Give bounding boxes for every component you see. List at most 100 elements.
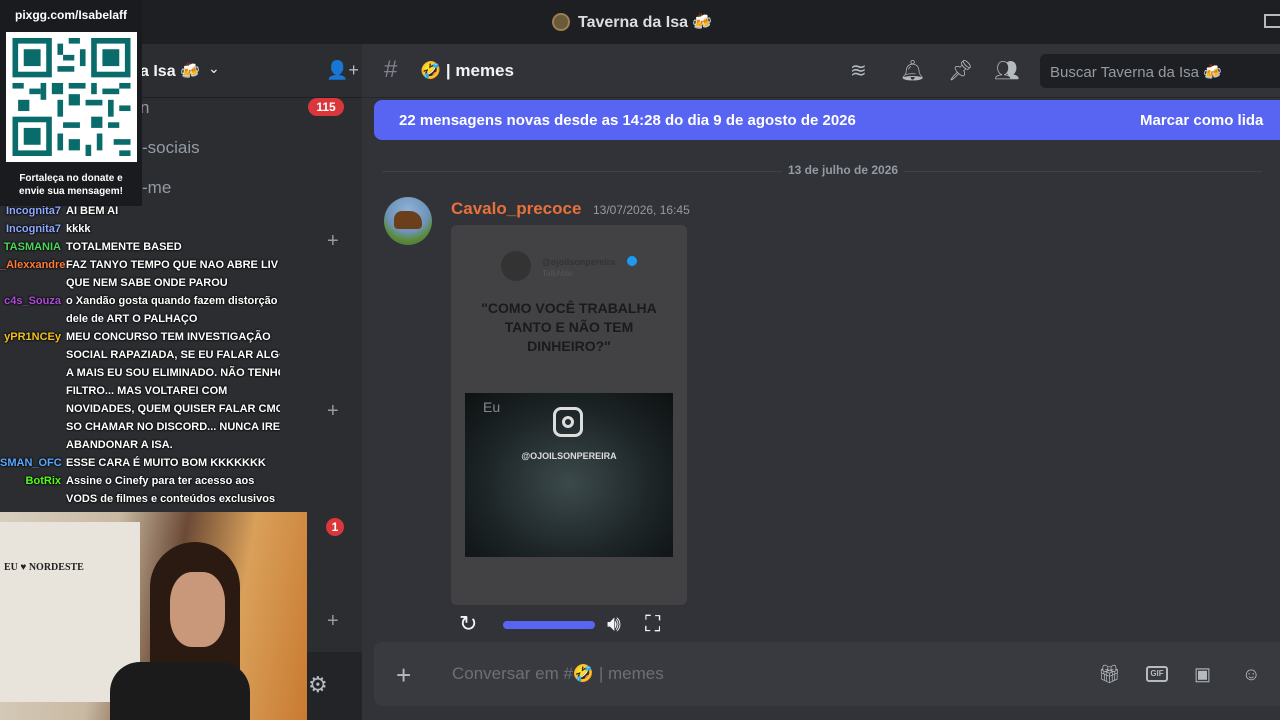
window-title: Taverna da Isa 🍻 bbox=[552, 12, 712, 32]
verified-icon bbox=[627, 256, 637, 266]
meme-image-caption: Eu bbox=[483, 399, 501, 415]
new-messages-text[interactable]: 22 mensagens novas desde as 14:28 do dia… bbox=[399, 112, 856, 129]
chat-text-line: dele de ART O PALHAÇO bbox=[66, 313, 198, 325]
banner-text: EU ♥ NORDESTE bbox=[4, 562, 84, 573]
chat-text: kkkk bbox=[66, 220, 280, 238]
chat-username: Incognita7 bbox=[5, 223, 61, 235]
chat-text: AI BEM AI bbox=[66, 202, 280, 220]
channel-item[interactable]: -sociais bbox=[142, 138, 200, 158]
chat-username: _Alexxandre bbox=[0, 259, 66, 271]
tweet-handle: @ojoilsonpereira bbox=[542, 257, 616, 267]
attach-plus-icon[interactable]: + bbox=[396, 660, 411, 691]
stream-chat-overlay: Incognita7 AI BEM AI Incognita7 kkkk TASMANI… bbox=[0, 202, 290, 508]
sticker-icon[interactable]: ▣ bbox=[1194, 664, 1211, 685]
webcam-feed: EU ♥ NORDESTE bbox=[0, 512, 307, 720]
qr-code-graphic bbox=[12, 38, 131, 156]
add-channel-icon[interactable]: + bbox=[327, 400, 339, 423]
chat-text-line: Assine o Cinefy para ter acesso aos bbox=[66, 475, 255, 487]
threads-icon[interactable]: ≋ bbox=[850, 58, 867, 83]
chat-text-line: SOCIAL RAPAZIADA, SE EU FALAR ALGO bbox=[66, 349, 280, 361]
server-icon bbox=[552, 13, 570, 31]
tweet-subtitle: TalkAble bbox=[542, 269, 573, 278]
chevron-down-icon[interactable]: ⌄ bbox=[208, 60, 220, 77]
members-icon[interactable]: 👥︎ bbox=[994, 58, 1019, 83]
chat-username: c4s_Souza bbox=[4, 295, 61, 307]
channel-topbar: # 🤣 | memes ≋ 🔔︎ 📌︎ 👥︎ Buscar Taverna da… bbox=[362, 44, 1280, 98]
chat-text-line: FILTRO... MAS VOLTAREI COM bbox=[66, 385, 228, 397]
chat-message: _Alexxandre FAZ TANYO TEMPO QUE NAO ABRE … bbox=[0, 256, 290, 292]
message-composer: + Conversar em #🤣 | memes 🎁︎ GIF ▣ ☺ bbox=[374, 640, 1280, 710]
chat-text-line: QUE NEM SABE ONDE PAROU bbox=[66, 277, 228, 289]
gift-icon[interactable]: 🎁︎ bbox=[1098, 664, 1121, 685]
server-name[interactable]: a Isa 🍻 bbox=[140, 61, 200, 81]
channel-item[interactable]: -me bbox=[142, 178, 171, 198]
invite-icon[interactable]: 👤+ bbox=[326, 60, 359, 81]
video-attachment[interactable]: @ojoilsonpereira TalkAble "COMO VOCÊ TRA… bbox=[451, 225, 687, 605]
discord-window: Taverna da Isa 🍻 a Isa 🍻 ⌄ 👤+ 115 n -soc… bbox=[0, 0, 1280, 720]
qr-url: pixgg.com/Isabelaff bbox=[14, 8, 128, 22]
qr-caption: Fortaleça no donate e envie sua mensagem… bbox=[0, 172, 142, 198]
gif-icon[interactable]: GIF bbox=[1146, 666, 1168, 682]
mark-as-read-button[interactable]: Marcar como lida bbox=[1140, 112, 1263, 129]
add-channel-icon[interactable]: + bbox=[327, 610, 339, 633]
chat-message: BotRix Assine o Cinefy para ter acesso ao… bbox=[0, 472, 290, 508]
new-messages-bar[interactable]: 22 mensagens novas desde as 14:28 do dia… bbox=[374, 100, 1280, 140]
volume-icon[interactable]: 🔊︎ bbox=[607, 611, 621, 637]
chat-username: TASMANIA bbox=[3, 241, 61, 253]
chat-text-line: o Xandão gosta quando fazem distorção bbox=[66, 295, 278, 307]
donate-qr-overlay: pixgg.com/Isabelaff Fortaleça no donate … bbox=[0, 0, 142, 206]
meme-image: Eu @OJOILSONPEREIRA bbox=[465, 393, 673, 557]
chat-text: o Xandão gosta quando fazem distorção del… bbox=[66, 292, 280, 328]
message-input[interactable]: Conversar em #🤣 | memes bbox=[452, 664, 664, 684]
pin-icon[interactable]: 📌︎ bbox=[948, 58, 973, 83]
hash-icon: # bbox=[384, 56, 398, 83]
video-progress-fill bbox=[503, 621, 595, 629]
date-divider-label: 13 de julho de 2026 bbox=[782, 163, 905, 177]
title-bar: Taverna da Isa 🍻 bbox=[0, 0, 1280, 44]
chat-username: SMAN_OFC bbox=[0, 457, 62, 469]
chat-text: ESSE CARA É MUITO BOM KKKKKKK bbox=[66, 454, 280, 472]
chat-username: Incognita7 bbox=[5, 205, 61, 217]
chat-message: Incognita7 kkkk bbox=[0, 220, 290, 238]
chat-text-line: MEU CONCURSO TEM INVESTIGAÇÃO bbox=[66, 331, 271, 343]
avatar[interactable] bbox=[384, 197, 432, 245]
fullscreen-icon[interactable]: ⛶ bbox=[645, 611, 660, 637]
meme-text: "COMO VOCÊ TRABALHA TANTO E NÃO TEM DINH… bbox=[481, 300, 657, 354]
message-author[interactable]: Cavalo_precoce bbox=[451, 199, 581, 219]
tweet-avatar bbox=[501, 251, 531, 281]
chat-text-line: AI BEM AI bbox=[66, 205, 119, 217]
chat-text: TOTALMENTE BASED bbox=[66, 238, 280, 256]
chat-username: yPR1NCEy bbox=[4, 331, 61, 343]
chat-text-line: ABANDONAR A ISA. bbox=[66, 439, 173, 451]
video-controls: ↻ 🔊︎ ⛶ bbox=[451, 607, 687, 641]
emoji-icon[interactable]: ☺ bbox=[1242, 664, 1260, 685]
qr-caption-line: Fortaleça no donate e bbox=[19, 173, 123, 184]
chat-text-line: FAZ TANYO TEMPO QUE NAO ABRE LIV bbox=[66, 259, 279, 271]
mention-badge: 1 bbox=[326, 518, 344, 536]
main-chat-area: # 🤣 | memes ≋ 🔔︎ 📌︎ 👥︎ Buscar Taverna da… bbox=[362, 44, 1280, 720]
qr-caption-line: envie sua mensagem! bbox=[19, 186, 123, 197]
search-input[interactable]: Buscar Taverna da Isa 🍻 bbox=[1040, 54, 1280, 88]
chat-message: c4s_Souza o Xandão gosta quando fazem dis… bbox=[0, 292, 290, 328]
qr-code bbox=[6, 32, 137, 162]
composer-box[interactable]: + Conversar em #🤣 | memes 🎁︎ GIF ▣ ☺ bbox=[374, 642, 1280, 706]
chat-text: MEU CONCURSO TEM INVESTIGAÇÃO SOCIAL RAPA… bbox=[66, 328, 280, 454]
video-progress-bar[interactable] bbox=[503, 621, 595, 629]
chat-message: yPR1NCEy MEU CONCURSO TEM INVESTIGAÇÃO SOC… bbox=[0, 328, 290, 454]
horse-icon bbox=[394, 211, 422, 229]
chat-text-line: SO CHAMAR NO DISCORD... NUNCA IREI bbox=[66, 421, 280, 433]
chat-text-line: ESSE CARA É MUITO BOM KKKKKKK bbox=[66, 457, 266, 469]
instagram-handle: @OJOILSONPEREIRA bbox=[521, 451, 617, 461]
chat-text: Assine o Cinefy para ter acesso aos VODS … bbox=[66, 472, 280, 508]
message-timestamp: 13/07/2026, 16:45 bbox=[593, 203, 690, 217]
unread-badge: 115 bbox=[308, 98, 344, 116]
gear-icon[interactable]: ⚙ bbox=[308, 672, 328, 698]
chat-text-line: A MAIS EU SOU ELIMINADO. NÃO TENHO bbox=[66, 367, 280, 379]
bell-icon[interactable]: 🔔︎ bbox=[900, 58, 925, 83]
chat-text-line: kkkk bbox=[66, 223, 91, 235]
replay-icon[interactable]: ↻ bbox=[459, 611, 477, 637]
window-title-text: Taverna da Isa 🍻 bbox=[578, 14, 713, 31]
inbox-icon[interactable] bbox=[1264, 14, 1280, 28]
add-channel-icon[interactable]: + bbox=[327, 230, 339, 253]
chat-username: BotRix bbox=[25, 475, 61, 487]
